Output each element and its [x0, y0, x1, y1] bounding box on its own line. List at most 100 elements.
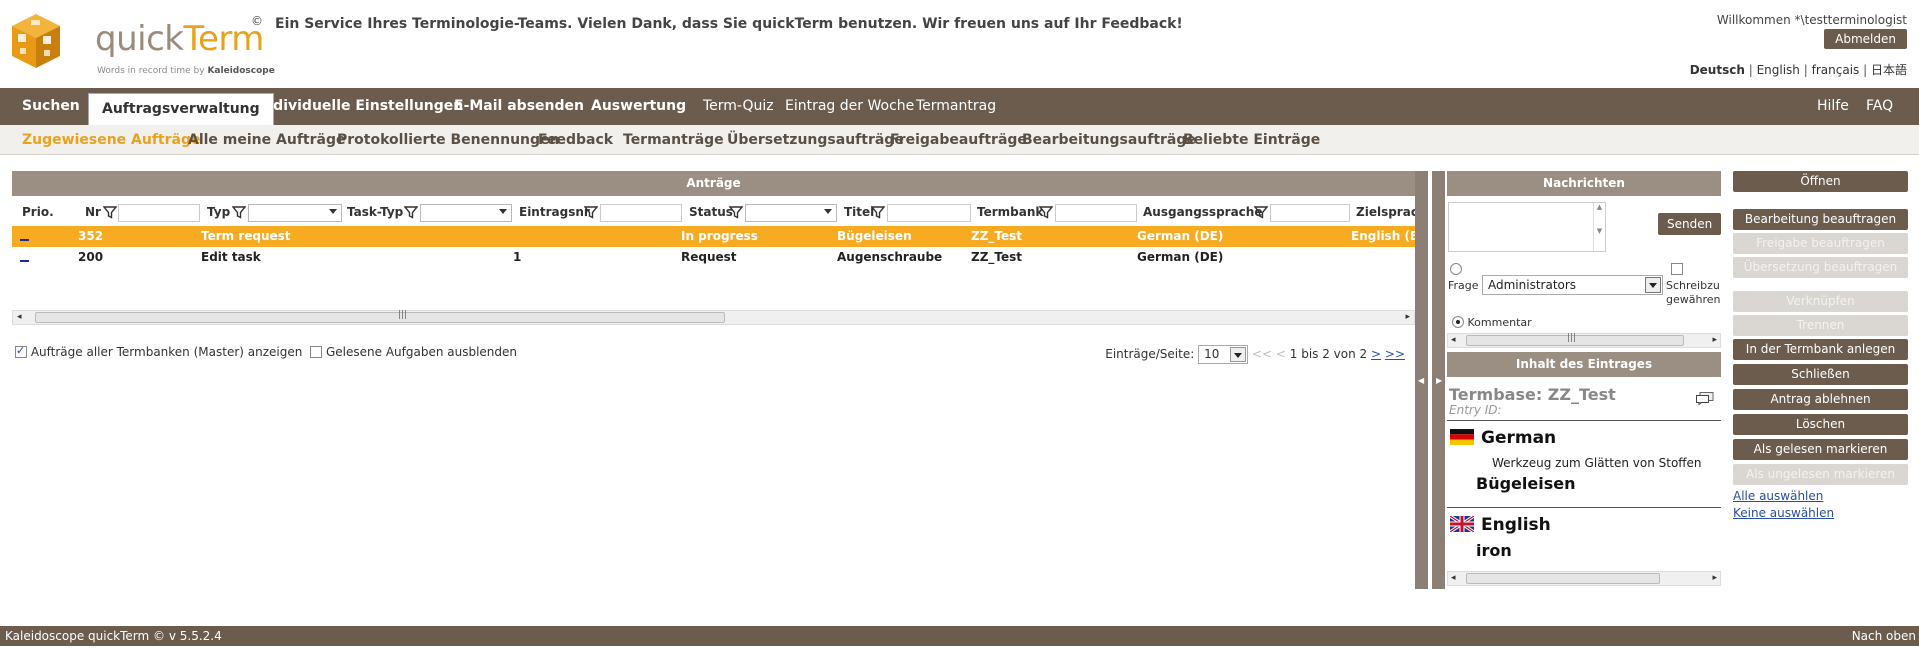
- tab-term-quiz[interactable]: Term-Quiz: [703, 88, 774, 125]
- lang-deutsch[interactable]: Deutsch: [1690, 63, 1745, 77]
- close-button[interactable]: Schließen: [1733, 364, 1908, 385]
- subtab-feedback[interactable]: Feedback: [538, 125, 613, 155]
- request-edit-button[interactable]: Bearbeitung beauftragen: [1733, 209, 1908, 230]
- comment-radio[interactable]: [1452, 316, 1464, 328]
- panel-splitter[interactable]: ◀ ▶: [1415, 171, 1446, 589]
- select-all-link[interactable]: Alle auswählen: [1733, 489, 1823, 503]
- filter-icon[interactable]: [1254, 206, 1268, 219]
- col-ausgangssprache[interactable]: Ausgangssprache: [1143, 205, 1262, 219]
- scroll-left-icon[interactable]: ◂: [1451, 335, 1456, 345]
- scroll-left-icon[interactable]: ◂: [1451, 573, 1456, 583]
- scroll-right-icon[interactable]: ▸: [1712, 335, 1717, 345]
- col-zielsprache[interactable]: Zielsprach: [1356, 205, 1415, 219]
- table-row[interactable]: 352 Term request In progress Bügeleisen …: [12, 226, 1415, 247]
- filter-icon[interactable]: [103, 206, 117, 219]
- logout-button[interactable]: Abmelden: [1824, 29, 1907, 49]
- back-to-top-link[interactable]: Nach oben: [1852, 626, 1916, 646]
- tab-suchen[interactable]: Suchen: [22, 88, 80, 125]
- scrollbar-thumb[interactable]: [1466, 573, 1660, 584]
- messages-panel: Nachrichten ▲ ▼ Senden Frage an Administr…: [1447, 171, 1722, 352]
- col-typ[interactable]: Typ: [207, 205, 230, 219]
- messages-horizontal-scrollbar[interactable]: ◂ ||| ▸: [1447, 333, 1721, 348]
- tab-email-absenden[interactable]: E-Mail absenden: [454, 88, 584, 125]
- mark-unread-button[interactable]: Als ungelesen markieren: [1733, 464, 1908, 485]
- scroll-right-icon[interactable]: ▸: [1405, 312, 1410, 322]
- scroll-right-icon[interactable]: ▸: [1712, 573, 1717, 583]
- filter-icon[interactable]: [1039, 206, 1053, 219]
- col-status[interactable]: Status: [689, 205, 733, 219]
- tab-auftragsverwaltung[interactable]: Auftragsverwaltung: [88, 93, 274, 125]
- col-termbank[interactable]: Termbank: [977, 205, 1043, 219]
- question-radio[interactable]: [1450, 263, 1462, 275]
- lang-francais[interactable]: français: [1812, 63, 1860, 77]
- subtab-termantraege[interactable]: Termanträge: [623, 125, 724, 155]
- tab-hilfe[interactable]: Hilfe: [1817, 88, 1849, 125]
- tab-eintrag-der-woche[interactable]: Eintrag der Woche: [785, 88, 914, 125]
- table-row[interactable]: 200 Edit task 1 Request Augenschraube ZZ…: [12, 247, 1415, 270]
- filter-nr-input[interactable]: [118, 204, 200, 222]
- recipient-select[interactable]: Administrators: [1482, 275, 1663, 295]
- subtab-protokollierte-benennungen[interactable]: Protokollierte Benennungen: [337, 125, 559, 155]
- delete-button[interactable]: Löschen: [1733, 414, 1908, 435]
- subtab-alle-meine-auftraege[interactable]: Alle meine Aufträge: [188, 125, 345, 155]
- pager-first[interactable]: <<: [1252, 347, 1272, 361]
- tasks-horizontal-scrollbar[interactable]: ◂ ||| ▸: [12, 310, 1415, 325]
- reject-request-button[interactable]: Antrag ablehnen: [1733, 389, 1908, 410]
- collapse-left-icon[interactable]: ◀: [1418, 376, 1424, 385]
- pager-next[interactable]: >: [1371, 347, 1381, 361]
- entry-content: Termbase: ZZ_Test Entry ID: German Werkz…: [1447, 377, 1721, 571]
- filter-task-typ-select[interactable]: [420, 204, 512, 222]
- per-page-select[interactable]: 10: [1198, 345, 1249, 364]
- comment-icon[interactable]: [1696, 392, 1714, 405]
- collapse-right-icon[interactable]: ▶: [1436, 376, 1442, 385]
- filter-ausgangssprache-input[interactable]: [1270, 204, 1350, 222]
- mark-read-button[interactable]: Als gelesen markieren: [1733, 439, 1908, 460]
- show-all-termbanks-checkbox[interactable]: [15, 344, 27, 358]
- message-textarea[interactable]: ▲ ▼: [1448, 202, 1606, 252]
- filter-icon[interactable]: [232, 206, 246, 219]
- subtab-freigabeauftraege[interactable]: Freigabeaufträge: [890, 125, 1027, 155]
- filter-icon[interactable]: [871, 206, 885, 219]
- subtab-bearbeitungsauftraege[interactable]: Bearbeitungsaufträge: [1022, 125, 1196, 155]
- lang-japanese[interactable]: 日本語: [1871, 63, 1907, 77]
- filter-status-select[interactable]: [745, 204, 837, 222]
- col-task-typ[interactable]: Task-Typ: [347, 205, 403, 219]
- entry-horizontal-scrollbar[interactable]: ◂ ▸: [1447, 571, 1721, 586]
- hide-read-checkbox[interactable]: [310, 346, 323, 358]
- filter-termbank-input[interactable]: [1055, 204, 1137, 222]
- col-prio[interactable]: Prio.: [22, 205, 54, 219]
- lang-english[interactable]: English: [1757, 63, 1800, 77]
- scrollbar-thumb[interactable]: |||: [35, 310, 725, 323]
- subtab-zugewiesene-auftraege[interactable]: Zugewiesene Aufträge: [22, 125, 200, 155]
- tab-individuelle-einstellungen[interactable]: Individuelle Einstellungen: [258, 88, 463, 125]
- filter-icon[interactable]: [584, 206, 598, 219]
- tab-termantrag[interactable]: Termantrag: [916, 88, 996, 125]
- request-translation-button[interactable]: Übersetzung beauftragen: [1733, 257, 1908, 278]
- filter-titel-input[interactable]: [887, 204, 971, 222]
- filter-icon[interactable]: [729, 206, 743, 219]
- tab-auswertung[interactable]: Auswertung: [591, 88, 686, 125]
- filter-icon[interactable]: [404, 206, 418, 219]
- tab-faq[interactable]: FAQ: [1866, 88, 1893, 125]
- subtab-beliebte-eintraege[interactable]: Beliebte Einträge: [1183, 125, 1320, 155]
- select-none-link[interactable]: Keine auswählen: [1733, 506, 1834, 520]
- col-eintragsnr[interactable]: Eintragsnr: [519, 205, 590, 219]
- subtab-uebersetzungsauftraege[interactable]: Übersetzungsaufträge: [727, 125, 904, 155]
- scrollbar-thumb[interactable]: |||: [1466, 333, 1684, 346]
- request-approval-button[interactable]: Freigabe beauftragen: [1733, 233, 1908, 254]
- pager-last[interactable]: >>: [1385, 347, 1405, 361]
- create-in-termbank-button[interactable]: In der Termbank anlegen: [1733, 339, 1908, 360]
- footer: Kaleidoscope quickTerm © v 5.5.2.4 Nach …: [0, 626, 1919, 646]
- col-titel[interactable]: Titel: [844, 205, 874, 219]
- unlink-button[interactable]: Trennen: [1733, 315, 1908, 336]
- filter-eintragsnr-input[interactable]: [600, 204, 682, 222]
- filter-typ-select[interactable]: [248, 204, 342, 222]
- comment-option[interactable]: Kommentar: [1452, 316, 1532, 329]
- send-button[interactable]: Senden: [1658, 213, 1722, 235]
- write-access-checkbox[interactable]: [1671, 263, 1683, 275]
- open-button[interactable]: Öffnen: [1733, 171, 1908, 192]
- pager-prev[interactable]: <: [1276, 347, 1286, 361]
- col-nr[interactable]: Nr: [85, 205, 101, 219]
- link-button[interactable]: Verknüpfen: [1733, 291, 1908, 312]
- scroll-left-icon[interactable]: ◂: [17, 312, 22, 322]
